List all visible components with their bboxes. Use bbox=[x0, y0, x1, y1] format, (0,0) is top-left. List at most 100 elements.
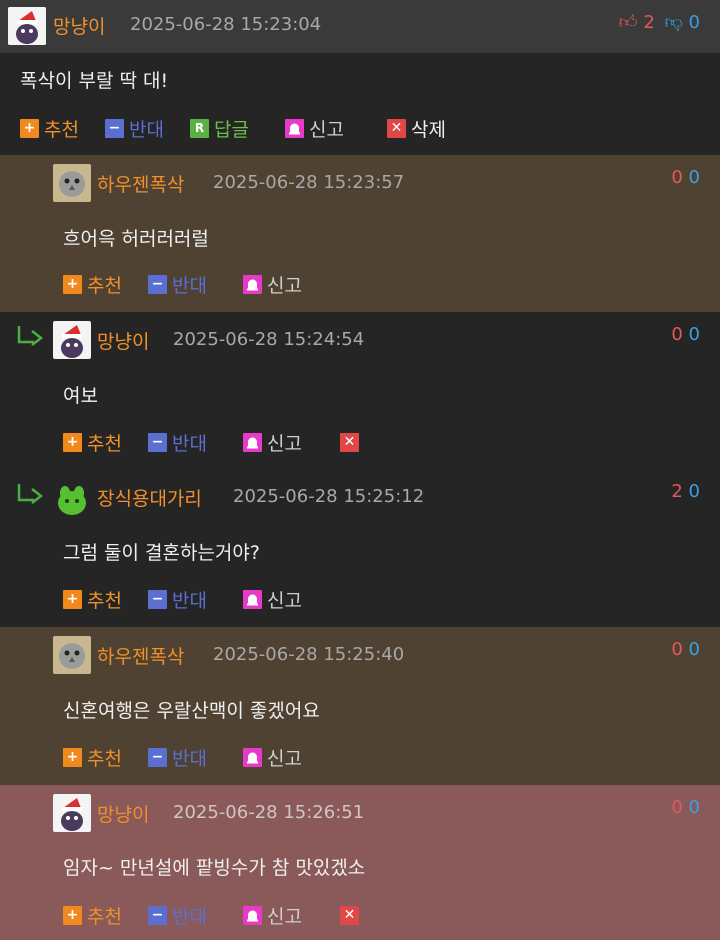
oppose-button[interactable]: − 반대 bbox=[148, 743, 207, 771]
avatar[interactable] bbox=[53, 321, 91, 359]
siren-icon bbox=[243, 905, 262, 925]
downvote-count[interactable]: 0 bbox=[689, 324, 700, 345]
plus-icon: + bbox=[63, 905, 82, 925]
close-icon: ✕ bbox=[340, 432, 359, 452]
report-button[interactable]: 신고 bbox=[243, 428, 302, 456]
delete-button[interactable]: ✕ bbox=[340, 428, 364, 456]
upvote-count[interactable]: 0 bbox=[671, 639, 682, 660]
minus-icon: − bbox=[148, 274, 167, 294]
comment-actions: + 추천 − 반대 신고 ✕ bbox=[63, 428, 663, 456]
vote-counts: 0 0 bbox=[671, 797, 700, 818]
minus-icon: − bbox=[148, 905, 167, 925]
vote-counts: 👍︎ 2 👎︎ 0 bbox=[619, 11, 700, 33]
vote-counts: 0 0 bbox=[671, 167, 700, 188]
comment-text: 여보 bbox=[63, 385, 98, 407]
nickname[interactable]: 망냥이 bbox=[97, 800, 149, 827]
minus-icon: − bbox=[148, 589, 167, 609]
plus-icon: + bbox=[63, 589, 82, 609]
oppose-button[interactable]: − 반대 bbox=[148, 428, 207, 456]
thumbs-down-icon[interactable]: 👎︎ bbox=[665, 12, 683, 33]
comment-actions: + 추천 − 반대 신고 bbox=[63, 585, 663, 613]
timestamp: 2025-06-28 15:25:12 bbox=[233, 486, 425, 507]
downvote-count[interactable]: 0 bbox=[689, 167, 700, 188]
reply-arrow-icon bbox=[17, 326, 44, 346]
report-button[interactable]: 신고 bbox=[243, 270, 302, 298]
siren-icon bbox=[243, 432, 262, 452]
timestamp: 2025-06-28 15:23:04 bbox=[130, 14, 322, 35]
comment-4: 장식용대가리 2025-06-28 15:25:12 2 0 그럼 둘이 결혼하… bbox=[0, 470, 720, 627]
recommend-button[interactable]: + 추천 bbox=[63, 901, 122, 929]
close-icon: ✕ bbox=[340, 905, 359, 925]
avatar[interactable] bbox=[53, 636, 91, 674]
nickname[interactable]: 망냥이 bbox=[97, 327, 149, 354]
nickname[interactable]: 하우젠폭삭 bbox=[97, 642, 184, 669]
recommend-button[interactable]: + 추천 bbox=[63, 585, 122, 613]
comment-3: 망냥이 2025-06-28 15:24:54 0 0 여보 + 추천 − 반대 신… bbox=[0, 312, 720, 470]
siren-icon bbox=[243, 747, 262, 767]
oppose-button[interactable]: − 반대 bbox=[105, 114, 164, 142]
recommend-button[interactable]: + 추천 bbox=[63, 743, 122, 771]
close-icon: ✕ bbox=[387, 118, 406, 138]
thumbs-up-icon[interactable]: 👍︎ bbox=[619, 12, 638, 33]
vote-counts: 2 0 bbox=[671, 481, 700, 502]
vote-counts: 0 0 bbox=[671, 324, 700, 345]
comment-text: 폭삭이 부랄 딱 대! bbox=[20, 70, 169, 92]
siren-icon bbox=[243, 274, 262, 294]
recommend-button[interactable]: + 추천 bbox=[63, 270, 122, 298]
plus-icon: + bbox=[63, 274, 82, 294]
plus-icon: + bbox=[20, 118, 39, 138]
avatar[interactable] bbox=[8, 7, 46, 45]
comment-6: 망냥이 2025-06-28 15:26:51 0 0 임자~ 만년설에 팥빙수… bbox=[0, 785, 720, 940]
comment-text: 신혼여행은 우랄산맥이 좋겠어요 bbox=[63, 700, 320, 722]
oppose-button[interactable]: − 반대 bbox=[148, 585, 207, 613]
timestamp: 2025-06-28 15:24:54 bbox=[173, 329, 365, 350]
timestamp: 2025-06-28 15:23:57 bbox=[213, 172, 405, 193]
plus-icon: + bbox=[63, 747, 82, 767]
report-button[interactable]: 신고 bbox=[243, 743, 302, 771]
avatar[interactable] bbox=[53, 479, 91, 517]
delete-button[interactable]: ✕ bbox=[340, 901, 364, 929]
recommend-button[interactable]: + 추천 bbox=[63, 428, 122, 456]
siren-icon bbox=[285, 118, 304, 138]
downvote-count[interactable]: 0 bbox=[689, 639, 700, 660]
nickname[interactable]: 하우젠폭삭 bbox=[97, 170, 184, 197]
vote-counts: 0 0 bbox=[671, 639, 700, 660]
oppose-button[interactable]: − 반대 bbox=[148, 270, 207, 298]
comment-header: 망냥이 2025-06-28 15:23:04 👍︎ 2 👎︎ 0 bbox=[0, 0, 720, 53]
plus-icon: + bbox=[63, 432, 82, 452]
upvote-count[interactable]: 0 bbox=[671, 797, 682, 818]
recommend-button[interactable]: + 추천 bbox=[20, 114, 79, 142]
minus-icon: − bbox=[105, 118, 124, 138]
report-button[interactable]: 신고 bbox=[285, 114, 344, 142]
comment-actions: + 추천 − 반대 R 답글 신고 ✕ 삭제 bbox=[20, 114, 700, 142]
comment-text: 흐어윽 허러러러럴 bbox=[63, 228, 209, 250]
upvote-count[interactable]: 0 bbox=[671, 167, 682, 188]
timestamp: 2025-06-28 15:25:40 bbox=[213, 644, 405, 665]
avatar[interactable] bbox=[53, 164, 91, 202]
downvote-count[interactable]: 0 bbox=[689, 797, 700, 818]
minus-icon: − bbox=[148, 747, 167, 767]
comment-actions: + 추천 − 반대 신고 ✕ bbox=[63, 901, 663, 929]
comment-5: 하우젠폭삭 2025-06-28 15:25:40 0 0 신혼여행은 우랄산맥… bbox=[0, 627, 720, 785]
avatar[interactable] bbox=[53, 794, 91, 832]
nickname[interactable]: 장식용대가리 bbox=[97, 484, 202, 511]
delete-button[interactable]: ✕ 삭제 bbox=[387, 114, 446, 142]
downvote-count[interactable]: 0 bbox=[689, 481, 700, 502]
reply-icon: R bbox=[190, 118, 209, 138]
comment-1: 망냥이 2025-06-28 15:23:04 👍︎ 2 👎︎ 0 폭삭이 부랄… bbox=[0, 0, 720, 155]
reply-arrow-icon bbox=[17, 484, 44, 504]
nickname[interactable]: 망냥이 bbox=[53, 12, 105, 39]
upvote-count[interactable]: 2 bbox=[671, 481, 682, 502]
siren-icon bbox=[243, 589, 262, 609]
comment-actions: + 추천 − 반대 신고 bbox=[63, 270, 663, 298]
report-button[interactable]: 신고 bbox=[243, 585, 302, 613]
timestamp: 2025-06-28 15:26:51 bbox=[173, 802, 365, 823]
minus-icon: − bbox=[148, 432, 167, 452]
oppose-button[interactable]: − 반대 bbox=[148, 901, 207, 929]
comment-2: 하우젠폭삭 2025-06-28 15:23:57 0 0 흐어윽 허러러러럴 … bbox=[0, 155, 720, 312]
report-button[interactable]: 신고 bbox=[243, 901, 302, 929]
reply-button[interactable]: R 답글 bbox=[190, 114, 249, 142]
comment-actions: + 추천 − 반대 신고 bbox=[63, 743, 663, 771]
downvote-count: 0 bbox=[688, 12, 700, 33]
upvote-count[interactable]: 0 bbox=[671, 324, 682, 345]
